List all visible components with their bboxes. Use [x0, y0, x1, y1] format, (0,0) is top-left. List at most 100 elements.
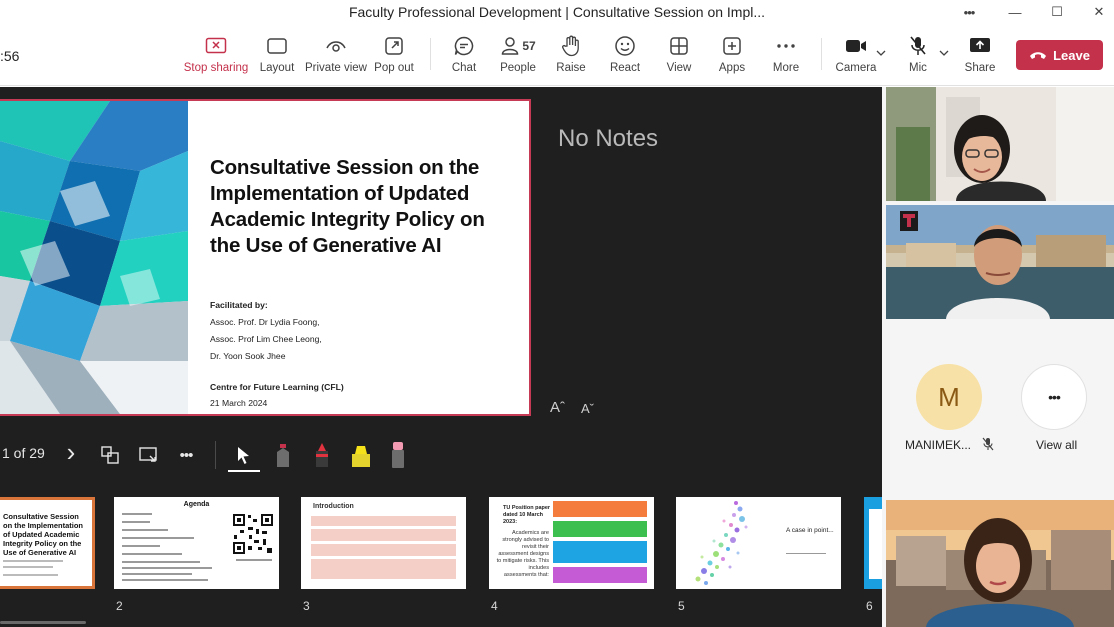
thumbnail-title: TU Position paper dated 10 March 2023: [503, 505, 551, 525]
camera-icon [844, 34, 868, 58]
thumbnail-scrollbar[interactable] [0, 621, 86, 624]
chat-button[interactable]: Chat [434, 34, 494, 80]
slide-facilitators: Facilitated by: Assoc. Prof. Dr Lydia Fo… [210, 297, 322, 365]
layout-label: Layout [259, 62, 295, 74]
increase-font-button[interactable]: Aˆ [550, 399, 565, 416]
video-feed-1 [886, 87, 1114, 201]
participant-video-tile[interactable] [886, 87, 1114, 201]
stop-sharing-label: Stop sharing [183, 62, 249, 74]
more-button[interactable]: More [756, 34, 816, 80]
slide-thumbnail[interactable]: Introduction [301, 497, 466, 589]
close-button[interactable]: ✕ [1076, 0, 1114, 24]
thumbnail-title: Introduction [313, 503, 354, 510]
raise-hand-button[interactable]: Raise [541, 34, 601, 80]
decrease-font-button[interactable]: Aˇ [581, 401, 594, 416]
thumbnail-box [311, 516, 456, 526]
thumbnail-body: Academics are strongly advised to revisi… [496, 530, 549, 578]
thumbnail-box [553, 567, 647, 583]
people-icon: 57 [496, 34, 540, 58]
title-bar: Faculty Professional Development | Consu… [0, 0, 1114, 24]
facilitator-name: Dr. Yoon Sook Jhee [210, 351, 286, 361]
thumbnail-box [553, 501, 647, 517]
video-feed-3 [886, 500, 1114, 627]
stop-share-icon [204, 34, 228, 58]
pop-out-icon [382, 34, 406, 58]
slide-thumbnail-strip: Consultative Session on the Implementati… [0, 491, 882, 627]
hand-icon [559, 34, 583, 58]
qr-code-icon [232, 513, 274, 555]
slide-counter: 1 of 29 [2, 445, 45, 461]
slide-thumbnail[interactable]: TU Position paper dated 10 March 2023: A… [489, 497, 654, 589]
mic-label: Mic [909, 62, 927, 74]
apps-label: Apps [718, 62, 746, 74]
participant-video-tile[interactable] [886, 205, 1114, 319]
chat-label: Chat [451, 62, 477, 74]
eraser-icon[interactable] [386, 442, 410, 468]
pop-out-label: Pop out [374, 62, 414, 74]
avatar[interactable]: M [916, 364, 982, 430]
more-label: More [772, 62, 800, 74]
layout-button[interactable]: Layout [247, 34, 307, 80]
slide-thumbnail[interactable]: A case in point... [676, 497, 841, 589]
thumbnail-number: 2 [116, 599, 123, 613]
window-more-icon[interactable]: ••• [946, 0, 992, 24]
participants-panel: M MANIMEK... ••• View all [882, 87, 1114, 627]
stop-sharing-button[interactable]: Stop sharing [183, 34, 249, 80]
centre-name: Centre for Future Learning (CFL) [210, 382, 344, 392]
pen-black-icon[interactable] [271, 443, 295, 467]
controls-divider [215, 441, 216, 469]
share-label: Share [964, 62, 996, 74]
agenda-lines [122, 513, 212, 581]
apps-button[interactable]: Apps [702, 34, 762, 80]
slide-thumbnail[interactable]: Agenda [114, 497, 279, 589]
pen-red-icon[interactable] [310, 443, 334, 467]
slide-thumbnail[interactable] [864, 497, 882, 589]
mic-options-chevron-icon[interactable] [939, 48, 949, 59]
thumbnail-box [311, 544, 456, 556]
pointer-tool-icon[interactable] [231, 443, 255, 467]
slide-title: Consultative Session on the Implementati… [210, 156, 485, 257]
slide-organizer: Centre for Future Learning (CFL) 21 Marc… [210, 379, 344, 411]
avatar-initial: M [938, 381, 960, 412]
thumbnail-box [869, 509, 882, 579]
share-button[interactable]: Share [950, 34, 1010, 80]
thumbnail-number: 4 [491, 599, 498, 613]
view-label: View [666, 62, 692, 74]
slide-thumbnail[interactable]: Consultative Session on the Implementati… [0, 497, 95, 589]
teams-meeting-window: Faculty Professional Development | Consu… [0, 0, 1114, 627]
slideshow-more-icon[interactable]: ••• [174, 443, 198, 467]
thumbnail-box [311, 559, 456, 579]
grid-icon [667, 34, 691, 58]
facilitator-name: Assoc. Prof. Dr Lydia Foong, [210, 317, 320, 327]
people-button[interactable]: 57 People [488, 34, 548, 80]
thumbnail-text-line [3, 574, 58, 576]
participant-video-tile[interactable] [886, 500, 1114, 627]
maximize-button[interactable]: ☐ [1034, 0, 1080, 24]
react-label: React [609, 62, 641, 74]
toolbar-divider [821, 38, 822, 70]
thumbnail-title: A case in point... [786, 527, 834, 534]
people-count: 57 [522, 39, 536, 53]
meeting-toolbar: :56 Stop sharing Layout Private view Pop… [0, 24, 1114, 86]
react-button[interactable]: React [595, 34, 655, 80]
pop-out-button[interactable]: Pop out [364, 34, 424, 80]
presenter-view-icon[interactable] [137, 443, 161, 467]
view-all-label: View all [1036, 438, 1078, 452]
private-view-button[interactable]: Private view [305, 34, 367, 80]
highlighter-icon[interactable] [349, 443, 373, 467]
slideshow-controls: 1 of 29 › ••• [0, 437, 882, 473]
camera-options-chevron-icon[interactable] [876, 48, 886, 59]
people-label: People [500, 62, 536, 74]
view-button[interactable]: View [649, 34, 709, 80]
speaker-notes: No Notes [558, 125, 659, 152]
smiley-icon [613, 34, 637, 58]
leave-button[interactable]: Leave [1016, 40, 1103, 70]
view-all-more-icon: ••• [1048, 389, 1061, 405]
view-all-button[interactable]: ••• [1021, 364, 1087, 430]
slide-grid-icon[interactable] [98, 443, 122, 467]
minimize-button[interactable]: — [992, 0, 1038, 24]
thumbnail-number: 3 [303, 599, 310, 613]
facilitated-by-label: Facilitated by: [210, 300, 268, 310]
mic-muted-icon [982, 437, 994, 451]
next-slide-button[interactable]: › [59, 437, 83, 467]
